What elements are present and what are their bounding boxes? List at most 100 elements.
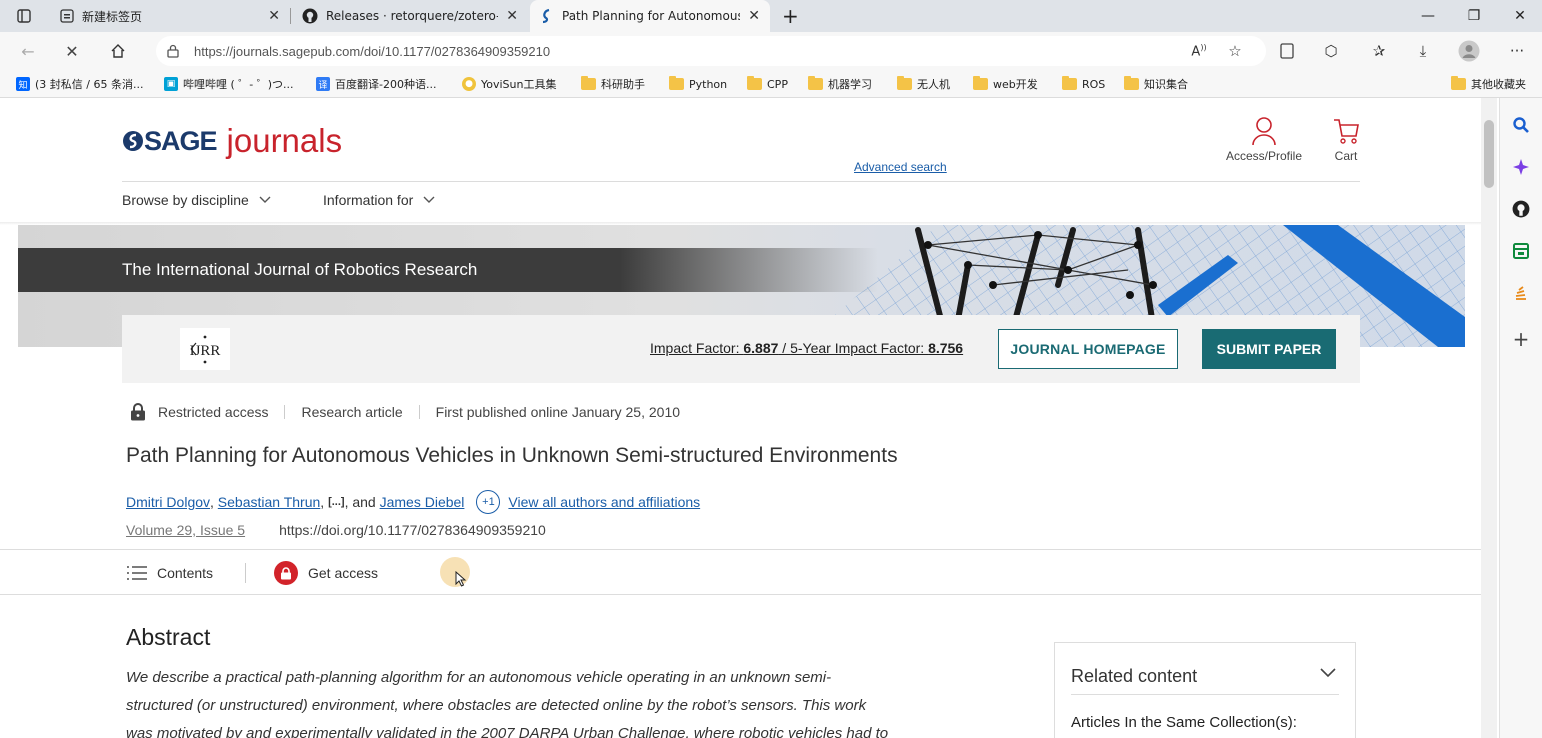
author-link[interactable]: James Diebel (380, 494, 465, 510)
related-content-heading[interactable]: Related content (1071, 666, 1197, 687)
profile-button[interactable] (1458, 40, 1480, 62)
bookmark-label: 百度翻译-200种语... (335, 78, 437, 91)
immersive-reader-button[interactable] (1276, 40, 1298, 62)
information-for-menu[interactable]: Information for (323, 192, 435, 208)
downloads-button[interactable]: ⤓ (1412, 40, 1434, 62)
bookmark-folder[interactable]: 科研助手 (581, 75, 645, 93)
settings-more-button[interactable]: ··· (1506, 40, 1528, 62)
bookmark-other-favorites[interactable]: 其他收藏夹 (1451, 75, 1526, 93)
get-access-button[interactable]: Get access (274, 560, 378, 586)
tab-actions-button[interactable] (6, 0, 46, 32)
back-button[interactable]: ← (16, 39, 40, 63)
view-all-authors-link[interactable]: View all authors and affiliations (508, 494, 700, 510)
advanced-search-link[interactable]: Advanced search (854, 160, 947, 174)
cart-button[interactable]: Cart (1326, 116, 1366, 163)
volume-issue-link[interactable]: Volume 29, Issue 5 (126, 522, 245, 538)
author-comma: , (320, 494, 329, 510)
browse-by-discipline-menu[interactable]: Browse by discipline (122, 192, 271, 208)
ijrr-logo[interactable]: IJRR (180, 328, 230, 370)
scrollbar-thumb[interactable] (1484, 120, 1494, 188)
bookmark-label: ROS (1082, 77, 1106, 91)
bookmark-folder[interactable]: web开发 (973, 75, 1038, 93)
address-bar[interactable]: https://journals.sagepub.com/doi/10.1177… (156, 36, 1266, 66)
lock-icon[interactable] (166, 44, 180, 58)
red-lock-icon (274, 561, 298, 585)
github-icon (302, 8, 318, 24)
author-link[interactable]: Dmitri Dolgov (126, 494, 210, 510)
tab-title: Releases · retorquere/zotero-bet (326, 9, 498, 23)
bookmark-folder[interactable]: CPP (747, 75, 788, 93)
bookmark-yovisun[interactable]: ● YoviSun工具集 (462, 75, 556, 93)
contents-button[interactable]: Contents (127, 560, 213, 586)
bookmark-folder[interactable]: 知识集合 (1124, 75, 1188, 93)
read-aloud-icon: A)) (1191, 42, 1207, 60)
chevron-down-icon[interactable] (1319, 667, 1337, 679)
close-tab-icon[interactable]: ✕ (748, 8, 760, 24)
home-icon (111, 44, 125, 58)
bookmark-folder[interactable]: Python (669, 75, 727, 93)
submit-paper-button[interactable]: SUBMIT PAPER (1202, 329, 1336, 369)
bookmark-baidu-translate[interactable]: 译 百度翻译-200种语... (316, 75, 436, 93)
impact-factor-value: 6.887 (743, 340, 779, 356)
authors-ellipsis[interactable]: [...] (328, 496, 345, 508)
author-comma: , (210, 494, 218, 510)
close-icon: ✕ (65, 41, 79, 61)
related-collection-heading: Articles In the Same Collection(s): (1071, 714, 1297, 731)
bookmark-label: 知识集合 (1144, 78, 1188, 91)
journal-name[interactable]: The International Journal of Robotics Re… (122, 260, 477, 280)
abstract-text: We describe a practical path-planning al… (126, 664, 946, 738)
bookmark-bilibili[interactable]: ▣ 哔哩哔哩 ( ゜- ゜)つ... (164, 75, 294, 93)
sidebar-add-button[interactable]: + (1510, 327, 1532, 351)
bookmark-zhihu[interactable]: 知 (3 封私信 / 65 条消... (16, 75, 143, 93)
nav-label: Browse by discipline (122, 192, 249, 208)
abstract-line: structured (or unstructured) environment… (126, 697, 867, 714)
toolbar-divider (245, 563, 246, 583)
close-tab-icon[interactable]: ✕ (268, 8, 280, 24)
read-aloud-button[interactable]: A)) (1188, 40, 1210, 62)
folder-icon (581, 76, 596, 90)
tab-new-tab[interactable]: 新建标签页 ✕ (50, 0, 290, 32)
tab-path-planning[interactable]: Path Planning for Autonomous V ✕ (530, 0, 770, 32)
add-favorite-button[interactable]: ☆ (1224, 40, 1246, 62)
baidu-translate-icon: 译 (316, 77, 330, 91)
sidebar-search-button[interactable] (1510, 114, 1532, 136)
related-content-panel: Related content Articles In the Same Col… (1054, 642, 1356, 738)
header-divider (122, 181, 1360, 182)
github-icon (1512, 200, 1530, 218)
star-add-icon: ☆ (1228, 42, 1242, 60)
close-tab-icon[interactable]: ✕ (506, 8, 518, 24)
doi-text[interactable]: https://doi.org/10.1177/0278364909359210 (279, 522, 546, 538)
more-authors-badge[interactable]: +1 (476, 490, 501, 514)
zhihu-icon: 知 (16, 77, 30, 91)
contents-label: Contents (157, 565, 214, 581)
sidebar-stack-button[interactable] (1510, 282, 1532, 304)
home-button[interactable] (106, 39, 130, 63)
reader-icon (1280, 43, 1294, 59)
close-window-button[interactable]: ✕ (1497, 0, 1542, 32)
bookmark-folder[interactable]: ROS (1062, 75, 1105, 93)
minimize-button[interactable]: — (1405, 0, 1451, 32)
tab-bar: 新建标签页 ✕ Releases · retorquere/zotero-bet… (0, 0, 1542, 32)
folder-icon (669, 76, 684, 90)
extensions-button[interactable]: ⬡ (1320, 40, 1342, 62)
more-icon: ··· (1509, 42, 1525, 60)
plus-icon: + (1512, 327, 1530, 351)
favorites-button[interactable]: ✰ (1368, 40, 1390, 62)
bookmark-folder[interactable]: 无人机 (897, 75, 950, 93)
plus-icon: + (782, 4, 799, 28)
author-link[interactable]: Sebastian Thrun (218, 494, 320, 510)
journal-homepage-button[interactable]: JOURNAL HOMEPAGE (998, 329, 1178, 369)
tab-github-releases[interactable]: Releases · retorquere/zotero-bet ✕ (292, 0, 528, 32)
new-tab-button[interactable]: + (772, 0, 804, 32)
sidebar-app-button[interactable] (1510, 240, 1532, 262)
url-text[interactable]: https://journals.sagepub.com/doi/10.1177… (194, 44, 550, 59)
sidebar-github-button[interactable] (1510, 198, 1532, 220)
page-scrollbar[interactable] (1481, 98, 1497, 738)
maximize-button[interactable]: ❐ (1451, 0, 1497, 32)
stop-button[interactable]: ✕ (60, 39, 84, 63)
sage-journals-logo[interactable]: SAGE journals (122, 122, 342, 160)
impact-factor-link[interactable]: Impact Factor: 6.887 / 5-Year Impact Fac… (650, 340, 963, 356)
sidebar-copilot-button[interactable] (1510, 156, 1532, 178)
access-profile-button[interactable]: Access/Profile (1222, 116, 1306, 163)
bookmark-folder[interactable]: 机器学习 (808, 75, 872, 93)
